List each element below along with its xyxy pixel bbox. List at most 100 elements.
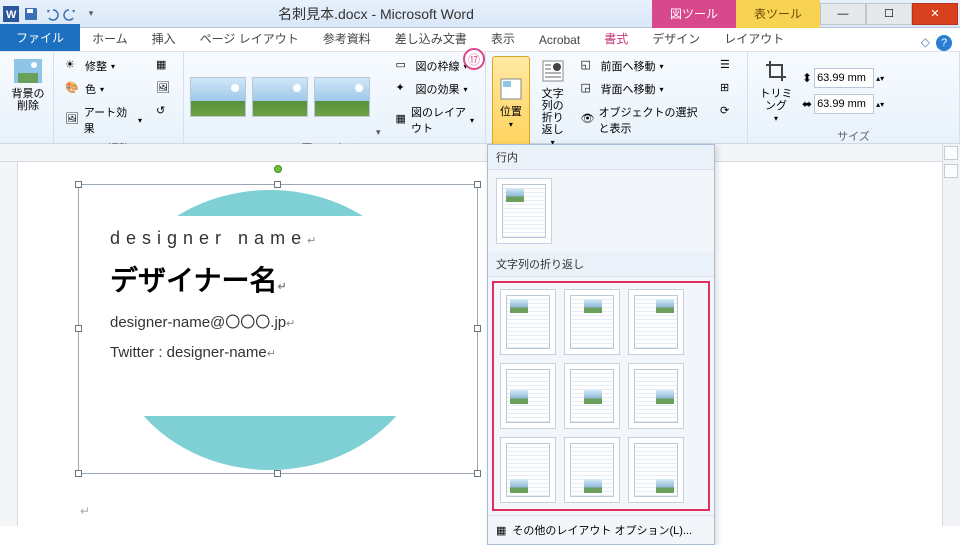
remove-background-button[interactable]: 背景の 削除	[6, 56, 50, 115]
group-button[interactable]: ⊞	[715, 79, 741, 99]
vertical-ruler[interactable]	[0, 162, 18, 526]
tab-file[interactable]: ファイル	[0, 24, 80, 51]
position-top-center[interactable]	[564, 289, 620, 355]
selection-box[interactable]	[78, 184, 478, 474]
position-dropdown: 行内 文字列の折り返し ▦ その他のレイアウト オプション(L)...	[487, 144, 715, 545]
width-field[interactable]: ⬌▴▾	[802, 94, 884, 114]
change-pic-icon: 🖼	[156, 81, 172, 97]
picture-effects-button[interactable]: ✦図の効果▾	[391, 79, 479, 99]
tab-references[interactable]: 参考資料	[311, 26, 383, 51]
crop-button[interactable]: トリミング ▾	[754, 56, 798, 126]
close-button[interactable]: ✕	[912, 3, 958, 25]
minimize-ribbon-icon[interactable]: ◇	[921, 35, 930, 51]
height-icon: ⬍	[802, 71, 812, 85]
tab-design[interactable]: デザイン	[640, 26, 712, 51]
effects-icon: ✦	[396, 81, 412, 97]
height-input[interactable]	[814, 68, 874, 88]
size-group-label: サイズ	[754, 126, 953, 144]
rotate-button[interactable]: ⟳	[715, 102, 741, 122]
position-middle-center[interactable]	[564, 363, 620, 429]
minimize-button[interactable]: —	[820, 3, 866, 25]
color-button[interactable]: 🎨色▾	[60, 79, 147, 99]
wrap-section-label: 文字列の折り返し	[488, 252, 714, 277]
position-bottom-right[interactable]	[628, 437, 684, 503]
compress-button[interactable]: ▦	[151, 56, 177, 76]
selection-pane-button[interactable]: 👁オブジェクトの選択と表示	[576, 102, 711, 138]
wrap-options-highlight	[492, 281, 710, 511]
position-inline-option[interactable]	[496, 178, 552, 244]
tab-home[interactable]: ホーム	[80, 26, 140, 51]
handle-bl[interactable]	[75, 470, 82, 477]
wrap-text-button[interactable]: 文字列の 折り返し ▾	[534, 56, 572, 150]
tab-acrobat[interactable]: Acrobat	[527, 29, 592, 51]
position-bottom-left[interactable]	[500, 437, 556, 503]
svg-text:W: W	[6, 9, 17, 21]
reset-icon: ↺	[156, 104, 172, 120]
picture-layout-button[interactable]: ▦図のレイアウト▾	[391, 102, 479, 138]
cell-mark: ↵	[80, 504, 90, 518]
handle-tr[interactable]	[474, 181, 481, 188]
tab-insert[interactable]: 挿入	[140, 26, 188, 51]
tab-format[interactable]: 書式	[592, 26, 640, 51]
annotation-callout: ⑰	[463, 48, 485, 70]
art-icon: 🖼	[65, 112, 80, 128]
handle-bm[interactable]	[274, 470, 281, 477]
align-icon: ☰	[720, 58, 736, 74]
handle-tm[interactable]	[274, 181, 281, 188]
handle-br[interactable]	[474, 470, 481, 477]
handle-tl[interactable]	[75, 181, 82, 188]
picture-style-2[interactable]	[252, 77, 308, 117]
quick-access-toolbar: W ▾	[2, 5, 100, 23]
tab-mailings[interactable]: 差し込み文書	[383, 26, 479, 51]
change-picture-button[interactable]: 🖼	[151, 79, 177, 99]
picture-style-3[interactable]	[314, 77, 370, 117]
width-input[interactable]	[814, 94, 874, 114]
reset-picture-button[interactable]: ↺	[151, 102, 177, 122]
position-top-left[interactable]	[500, 289, 556, 355]
picture-tools-tab[interactable]: 図ツール	[652, 0, 736, 28]
wrap-icon	[541, 59, 565, 86]
selection-icon: 👁	[581, 112, 595, 128]
undo-icon[interactable]	[42, 5, 60, 23]
more-layout-options[interactable]: ▦ その他のレイアウト オプション(L)...	[488, 515, 714, 544]
height-field[interactable]: ⬍▴▾	[802, 68, 884, 88]
view-toggle-icon[interactable]	[944, 164, 958, 178]
position-middle-right[interactable]	[628, 363, 684, 429]
rotate-handle[interactable]	[274, 165, 282, 173]
save-icon[interactable]	[22, 5, 40, 23]
backward-icon: ◲	[581, 81, 597, 97]
styles-more-icon[interactable]: ▾	[376, 127, 381, 138]
document-area: designer name↵ デザイナー名↵ designer-name@〇〇〇…	[0, 144, 960, 526]
align-button[interactable]: ☰	[715, 56, 741, 76]
help-icon[interactable]: ?	[936, 35, 952, 51]
width-icon: ⬌	[802, 97, 812, 111]
maximize-button[interactable]: ☐	[866, 3, 912, 25]
send-backward-button[interactable]: ◲背面へ移動▾	[576, 79, 711, 99]
page: designer name↵ デザイナー名↵ designer-name@〇〇〇…	[20, 164, 930, 524]
position-bottom-center[interactable]	[564, 437, 620, 503]
handle-ml[interactable]	[75, 325, 82, 332]
position-top-right[interactable]	[628, 289, 684, 355]
pic-layout-icon: ▦	[396, 112, 407, 128]
document-title: 名刺見本.docx - Microsoft Word	[100, 4, 652, 24]
artistic-effects-button[interactable]: 🖼アート効果▾	[60, 102, 147, 138]
tab-page-layout[interactable]: ページ レイアウト	[188, 26, 311, 51]
group-icon: ⊞	[720, 81, 736, 97]
tab-layout[interactable]: レイアウト	[712, 26, 796, 51]
qat-dropdown-icon[interactable]: ▾	[82, 5, 100, 23]
picture-style-1[interactable]	[190, 77, 246, 117]
corrections-button[interactable]: ☀修整▾	[60, 56, 147, 76]
table-tools-tab[interactable]: 表ツール	[736, 0, 820, 28]
position-button[interactable]: 位置 ▾	[492, 56, 530, 150]
vertical-scrollbar[interactable]	[942, 144, 960, 526]
position-middle-left[interactable]	[500, 363, 556, 429]
tab-view[interactable]: 表示	[479, 26, 527, 51]
rotate-icon: ⟳	[720, 104, 736, 120]
redo-icon[interactable]	[62, 5, 80, 23]
more-options-icon: ▦	[496, 524, 506, 537]
ruler-toggle-icon[interactable]	[944, 146, 958, 160]
handle-mr[interactable]	[474, 325, 481, 332]
bring-forward-button[interactable]: ◱前面へ移動▾	[576, 56, 711, 76]
remove-bg-icon	[14, 59, 42, 86]
horizontal-ruler[interactable]	[0, 144, 960, 162]
